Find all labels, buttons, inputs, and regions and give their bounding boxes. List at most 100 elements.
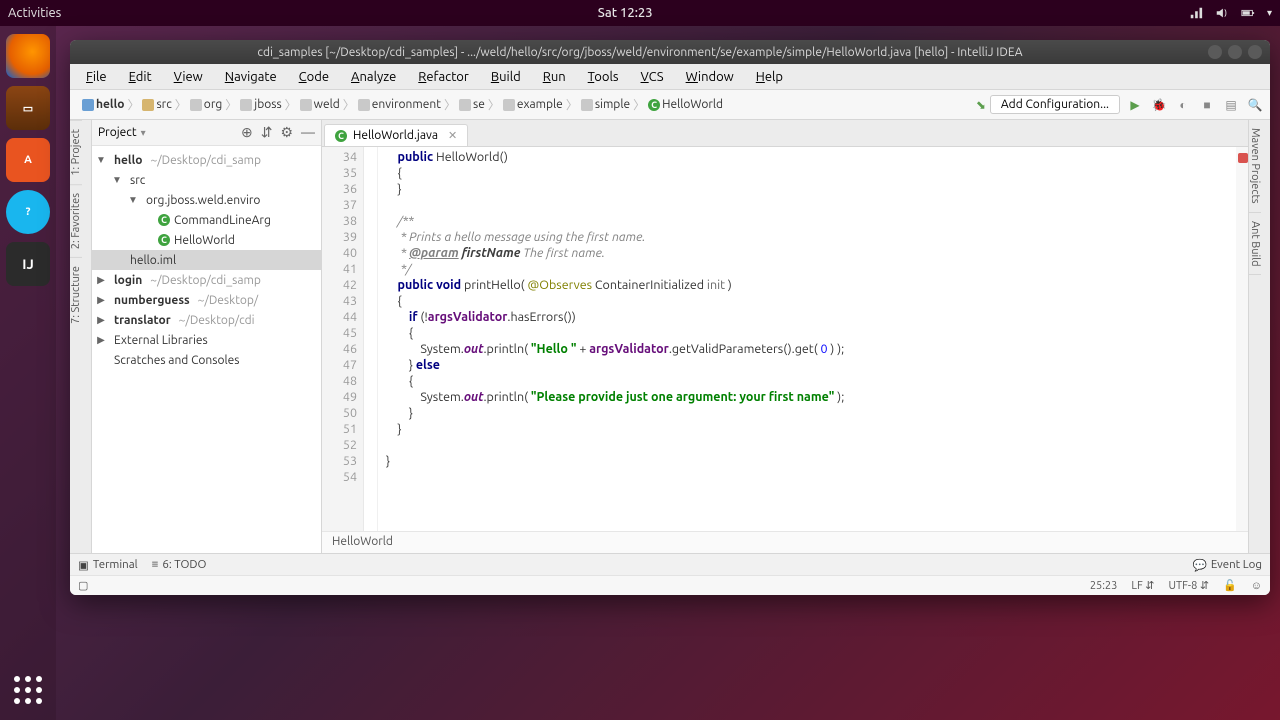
launcher-firefox[interactable] (6, 34, 50, 78)
hector-icon[interactable]: ☺ (1251, 580, 1262, 592)
editor-area: C HelloWorld.java ✕ 34353637383940414243… (322, 120, 1248, 553)
line-number-gutter[interactable]: 3435363738394041424344454647484950515253… (322, 147, 364, 531)
status-rect-icon[interactable]: ▢ (78, 579, 88, 592)
menu-view[interactable]: View (164, 67, 213, 87)
menu-run[interactable]: Run (533, 67, 576, 87)
search-icon[interactable]: 🔍 (1246, 96, 1264, 114)
tree-row[interactable]: ▶translator~/Desktop/cdi (92, 310, 321, 330)
hide-panel-icon[interactable]: — (301, 124, 315, 141)
line-separator[interactable]: LF ⇵ (1131, 579, 1154, 592)
fold-column[interactable] (364, 147, 378, 531)
window-maximize[interactable] (1228, 45, 1242, 59)
editor-tab-helloworld[interactable]: C HelloWorld.java ✕ (324, 124, 468, 146)
breadcrumb-segment[interactable]: environment (372, 98, 441, 111)
scroll-to-source-icon[interactable]: ⊕ (241, 124, 253, 141)
tree-row[interactable]: ▼src (92, 170, 321, 190)
breadcrumb-segment[interactable]: HelloWorld (662, 98, 723, 111)
menu-build[interactable]: Build (481, 67, 531, 87)
tool-window-bar: ▣ Terminal ≡ 6: TODO 💬 Event Log (70, 553, 1270, 575)
navigation-bar: hello〉 src〉 org〉 jboss〉 weld〉 environmen… (70, 90, 1270, 120)
code-editor[interactable]: public HelloWorld() { } /** * Prints a h… (378, 147, 1236, 531)
fld-icon (142, 99, 154, 111)
editor-tabs: C HelloWorld.java ✕ (322, 120, 1248, 147)
project-view-select[interactable]: Project (98, 126, 137, 139)
breadcrumb-segment[interactable]: example (517, 98, 563, 111)
tree-row[interactable]: hello.iml (92, 250, 321, 270)
error-marker-icon[interactable] (1238, 153, 1248, 163)
run-configuration-select[interactable]: Add Configuration... (990, 95, 1120, 114)
tool-tab-mavenprojects[interactable]: Maven Projects (1249, 120, 1261, 213)
menu-help[interactable]: Help (746, 67, 793, 87)
mod-icon (82, 99, 94, 111)
menu-file[interactable]: File (76, 67, 117, 87)
collapse-all-icon[interactable]: ⇵ (261, 124, 273, 141)
run-coverage-button[interactable]: ◐ (1174, 96, 1192, 114)
battery-icon[interactable] (1241, 6, 1255, 20)
activities-button[interactable]: Activities (8, 6, 61, 20)
terminal-tool-button[interactable]: ▣ Terminal (78, 558, 138, 572)
launcher-help[interactable]: ? (6, 190, 50, 234)
debug-button[interactable]: 🐞 (1150, 96, 1168, 114)
readonly-toggle-icon[interactable]: 🔓 (1223, 579, 1237, 592)
tree-row[interactable]: ▼hello~/Desktop/cdi_samp (92, 150, 321, 170)
pkg-icon (459, 99, 471, 111)
menu-edit[interactable]: Edit (119, 67, 162, 87)
menu-code[interactable]: Code (289, 67, 339, 87)
breadcrumb-segment[interactable]: se (473, 98, 485, 111)
pkg-icon (581, 99, 593, 111)
tool-tab-antbuild[interactable]: Ant Build (1249, 213, 1261, 276)
breadcrumb-segment[interactable]: weld (314, 98, 340, 111)
launcher-show-apps[interactable] (10, 672, 46, 708)
close-tab-icon[interactable]: ✕ (448, 129, 457, 142)
menu-vcs[interactable]: VCS (631, 67, 674, 87)
breadcrumb-segment[interactable]: jboss (254, 98, 281, 111)
window-minimize[interactable] (1208, 45, 1222, 59)
tree-row[interactable]: ▼org.jboss.weld.enviro (92, 190, 321, 210)
editor-breadcrumb[interactable]: HelloWorld (322, 531, 1248, 553)
breadcrumb-segment[interactable]: org (204, 98, 222, 111)
menu-analyze[interactable]: Analyze (341, 67, 406, 87)
tree-row[interactable]: ▶login~/Desktop/cdi_samp (92, 270, 321, 290)
tool-tab-structure[interactable]: 7: Structure (70, 257, 82, 332)
breadcrumb-segment[interactable]: hello (96, 98, 124, 111)
todo-tool-button[interactable]: ≡ 6: TODO (152, 558, 207, 571)
window-titlebar[interactable]: cdi_samples [~/Desktop/cdi_samples] - ..… (70, 40, 1270, 64)
tool-tab-project[interactable]: 1: Project (70, 120, 82, 184)
tree-row[interactable]: ▶numberguess~/Desktop/ (92, 290, 321, 310)
status-bar: ▢ 25:23 LF ⇵ UTF-8 ⇵ 🔓 ☺ (70, 575, 1270, 595)
build-icon[interactable]: ⬊ (972, 96, 990, 114)
tool-tab-favorites[interactable]: 2: Favorites (70, 184, 82, 257)
breadcrumb-segment[interactable]: src (156, 98, 171, 111)
launcher-intellij[interactable]: IJ (6, 242, 50, 286)
settings-gear-icon[interactable]: ⚙ (280, 124, 293, 141)
file-encoding[interactable]: UTF-8 ⇵ (1168, 579, 1209, 592)
cls-icon: C (648, 99, 660, 111)
menu-refactor[interactable]: Refactor (408, 67, 479, 87)
breadcrumb-segment[interactable]: simple (595, 98, 630, 111)
stop-button[interactable]: ■ (1198, 96, 1216, 114)
menu-window[interactable]: Window (676, 67, 744, 87)
project-header: Project ▾ ⊕ ⇵ ⚙ — (92, 120, 321, 146)
tree-row[interactable]: CCommandLineArg (92, 210, 321, 230)
run-button[interactable]: ▶ (1126, 96, 1144, 114)
breadcrumb[interactable]: hello〉 src〉 org〉 jboss〉 weld〉 environmen… (76, 96, 729, 113)
left-tool-tabs: 1: Project2: Favorites7: Structure (70, 120, 92, 553)
caret-position[interactable]: 25:23 (1090, 580, 1118, 592)
error-stripe[interactable] (1236, 147, 1248, 531)
launcher-software[interactable]: A (6, 138, 50, 182)
project-tree[interactable]: ▼hello~/Desktop/cdi_samp▼src▼org.jboss.w… (92, 146, 321, 553)
launcher-files[interactable]: ▭ (6, 86, 50, 130)
event-log-button[interactable]: 💬 Event Log (1193, 558, 1263, 572)
system-menu-chevron[interactable]: ▾ (1267, 7, 1272, 19)
tree-row[interactable]: Scratches and Consoles (92, 350, 321, 370)
clock[interactable]: Sat 12:23 (61, 6, 1189, 20)
volume-icon[interactable] (1215, 6, 1229, 20)
window-close[interactable] (1248, 45, 1262, 59)
tree-row[interactable]: ▶External Libraries (92, 330, 321, 350)
tree-row[interactable]: CHelloWorld (92, 230, 321, 250)
menu-tools[interactable]: Tools (578, 67, 629, 87)
project-structure-button[interactable]: ▤ (1222, 96, 1240, 114)
network-icon[interactable] (1189, 6, 1203, 20)
menu-bar: FileEditViewNavigateCodeAnalyzeRefactorB… (70, 64, 1270, 90)
menu-navigate[interactable]: Navigate (215, 67, 287, 87)
